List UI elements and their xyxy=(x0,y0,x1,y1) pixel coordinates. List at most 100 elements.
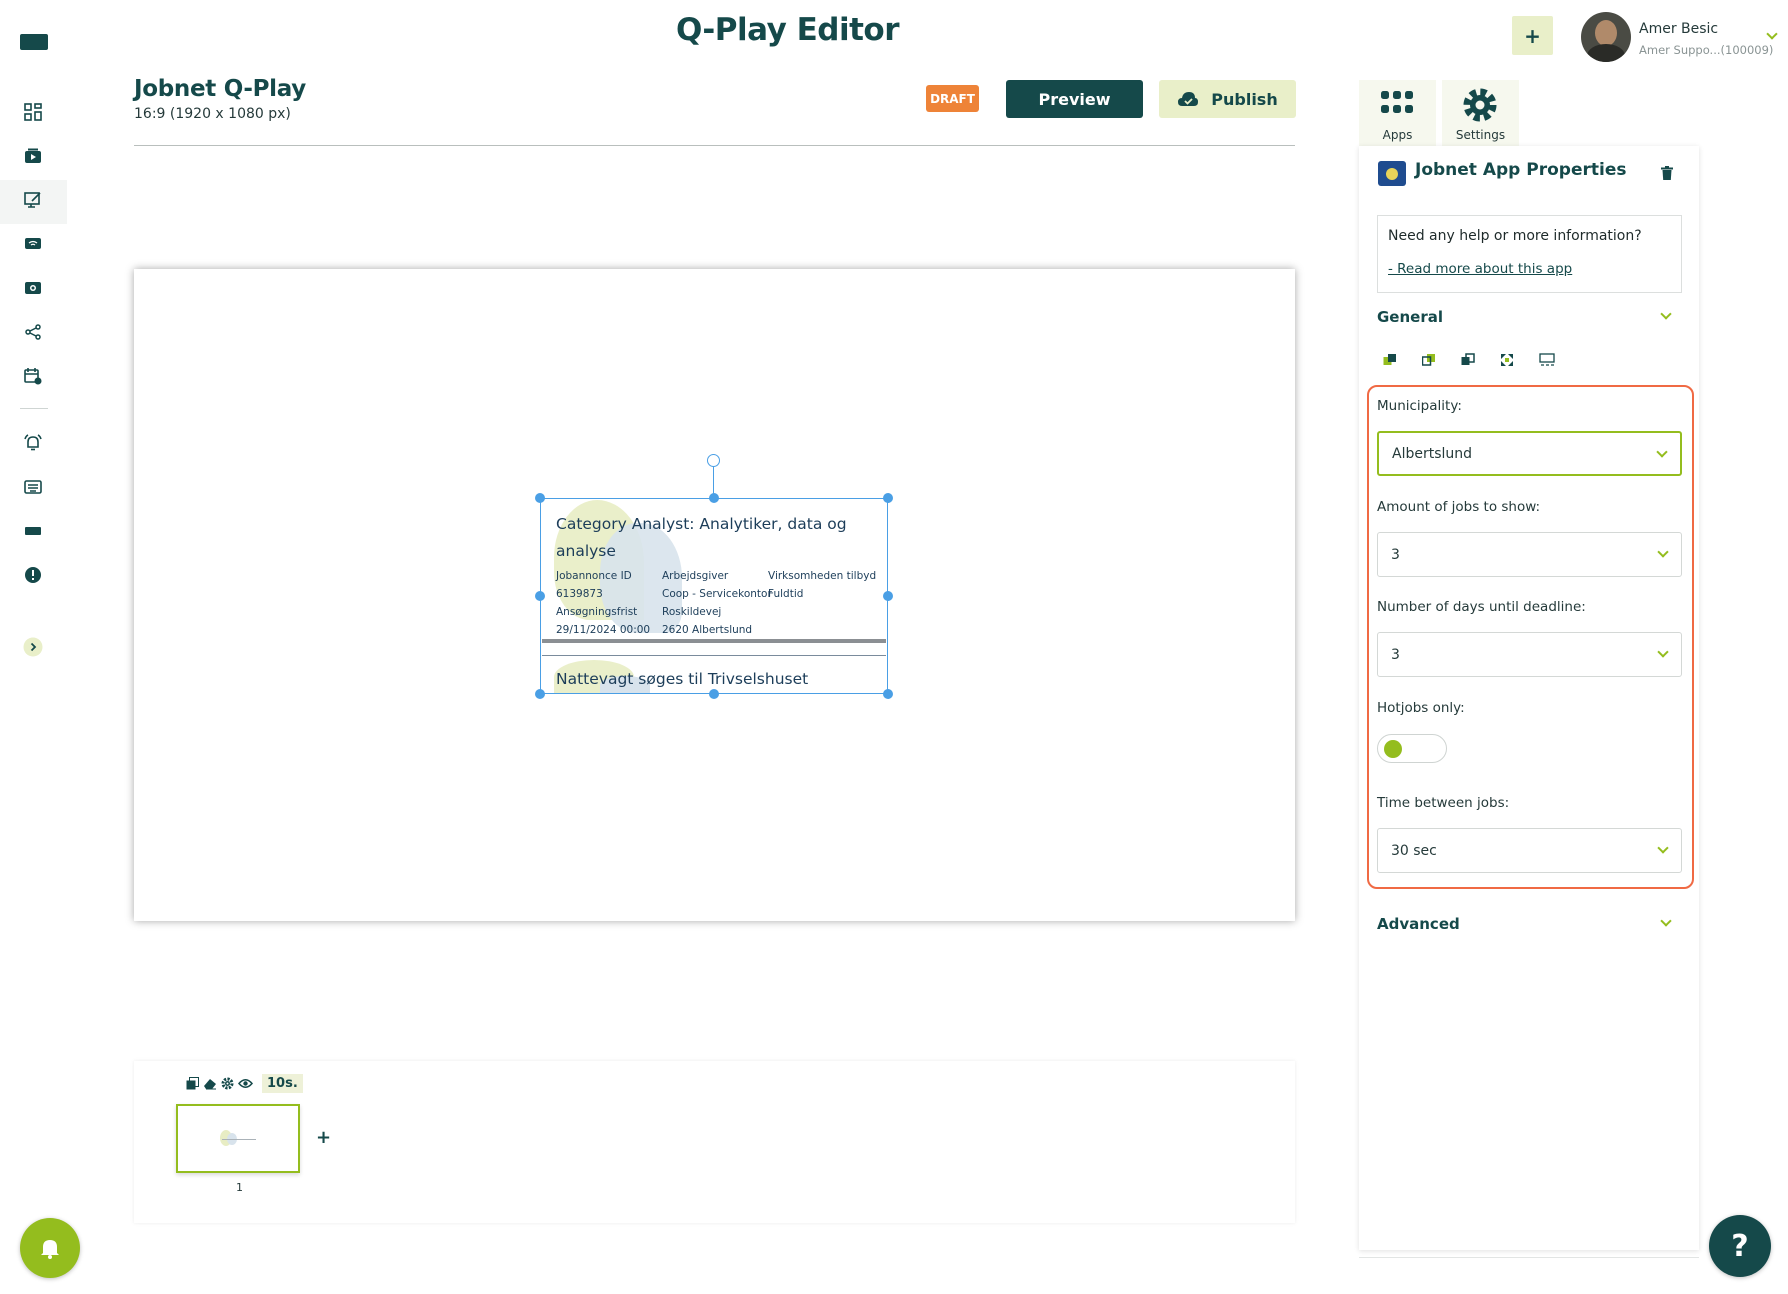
alert-icon[interactable] xyxy=(22,564,44,586)
job-divider-thin xyxy=(542,655,886,656)
document-resolution: 16:9 (1920 x 1080 px) xyxy=(134,106,291,122)
help-button[interactable]: ? xyxy=(1709,1215,1771,1277)
wifi-screen-icon[interactable] xyxy=(22,233,44,255)
panel-footer-line xyxy=(1359,1257,1699,1258)
app-title: Q-Play Editor xyxy=(675,12,900,48)
jobs-amount-chevron-icon xyxy=(1657,546,1669,558)
sidebar-divider xyxy=(20,408,48,409)
general-toolbar xyxy=(1383,353,1555,367)
job1-col2-label: Arbejdsgiver xyxy=(662,570,729,582)
job-divider-thick xyxy=(542,639,886,643)
expand-sidebar-icon[interactable] xyxy=(22,636,44,658)
help-link[interactable]: - Read more about this app xyxy=(1388,261,1572,277)
alarm-icon[interactable] xyxy=(22,432,44,454)
copy-layer-icon[interactable] xyxy=(1461,353,1475,367)
deadline-days-value: 3 xyxy=(1391,646,1400,663)
fullscreen-icon[interactable] xyxy=(1500,353,1514,367)
municipality-chevron-icon xyxy=(1656,446,1668,458)
deadline-days-select[interactable]: 3 xyxy=(1377,632,1682,677)
resize-handle-nw[interactable] xyxy=(535,493,545,503)
align-bottom-icon[interactable] xyxy=(1539,353,1555,367)
preview-button[interactable]: Preview xyxy=(1006,80,1143,118)
banner-icon[interactable] xyxy=(22,520,44,542)
resize-handle-se[interactable] xyxy=(883,689,893,699)
duplicate-icon[interactable] xyxy=(186,1077,199,1090)
jobnet-app-icon xyxy=(1378,161,1406,186)
advanced-section-title[interactable]: Advanced xyxy=(1377,915,1460,933)
bell-icon xyxy=(41,1240,59,1259)
resize-handle-sw[interactable] xyxy=(535,689,545,699)
add-slide-button[interactable]: + xyxy=(316,1127,331,1148)
resize-handle-s[interactable] xyxy=(709,689,719,699)
thumbnail-preview xyxy=(220,1130,256,1146)
panel-tab-settings[interactable]: Settings xyxy=(1442,80,1519,146)
jobnet-widget[interactable]: Category Analyst: Analytiker, data og an… xyxy=(535,454,893,699)
avatar-face xyxy=(1595,20,1617,46)
job1-col1-value: 6139873 xyxy=(556,588,603,600)
rotate-handle[interactable] xyxy=(707,454,720,467)
general-section-title[interactable]: General xyxy=(1377,308,1443,326)
share-icon[interactable] xyxy=(22,321,44,343)
gear-icon[interactable] xyxy=(221,1077,234,1090)
time-between-jobs-label: Time between jobs: xyxy=(1377,795,1510,811)
job1-col2-value: Coop - Servicekontor xyxy=(662,588,772,600)
publish-label: Publish xyxy=(1211,89,1278,109)
job1-col5-label: Roskildevej xyxy=(662,606,722,618)
slide-number: 1 xyxy=(236,1181,243,1194)
time-between-jobs-value: 30 sec xyxy=(1391,842,1437,859)
deadline-days-label: Number of days until deadline: xyxy=(1377,599,1586,615)
panel-tab-apps-label: Apps xyxy=(1382,128,1413,142)
municipality-value: Albertslund xyxy=(1392,445,1473,462)
slide-thumbnail[interactable] xyxy=(176,1104,300,1173)
resize-handle-e[interactable] xyxy=(883,591,893,601)
job1-title-line1: Category Analyst: Analytiker, data og xyxy=(556,515,847,533)
job2-title: Nattevagt søges til Trivselshuset xyxy=(556,670,809,688)
time-between-jobs-select[interactable]: 30 sec xyxy=(1377,828,1682,873)
delete-icon[interactable] xyxy=(1661,166,1673,180)
panel-title: Jobnet App Properties xyxy=(1415,160,1627,180)
hotjobs-toggle-knob xyxy=(1384,740,1402,758)
slide-duration[interactable]: 10s. xyxy=(262,1074,303,1093)
job1-col3-value: Fuldtid xyxy=(768,588,804,600)
help-text: Need any help or more information? xyxy=(1388,228,1642,244)
avatar[interactable] xyxy=(1581,12,1631,62)
publish-button[interactable]: Publish xyxy=(1159,80,1296,118)
header-divider xyxy=(134,145,1295,146)
job1-col5-value: 2620 Albertslund xyxy=(662,624,753,636)
hotjobs-toggle[interactable] xyxy=(1377,734,1447,763)
keyboard-icon[interactable] xyxy=(22,476,44,498)
resize-handle-n[interactable] xyxy=(709,493,719,503)
panel-tab-apps[interactable]: Apps xyxy=(1359,80,1436,146)
apps-grid-icon xyxy=(1381,91,1413,113)
timeline: 10s. 1 + xyxy=(134,1061,1295,1223)
job1-col3-label: Virksomheden tilbyd xyxy=(768,570,877,582)
eye-icon[interactable] xyxy=(238,1078,253,1089)
add-button[interactable]: + xyxy=(1512,16,1553,55)
eraser-icon[interactable] xyxy=(203,1077,217,1090)
document-title: Jobnet Q-Play xyxy=(134,76,306,102)
dashboard-icon[interactable] xyxy=(22,101,44,123)
resize-handle-w[interactable] xyxy=(535,591,545,601)
sidebar xyxy=(0,0,80,1294)
panel-tab-settings-label: Settings xyxy=(1455,128,1506,142)
user-org: Amer Suppo...(100009) xyxy=(1639,43,1774,57)
resize-handle-ne[interactable] xyxy=(883,493,893,503)
notification-button[interactable] xyxy=(20,1218,80,1278)
settings-gear-icon xyxy=(1463,88,1497,122)
deadline-days-chevron-icon xyxy=(1657,646,1669,658)
editor-icon[interactable] xyxy=(22,189,44,211)
slide-canvas[interactable]: Category Analyst: Analytiker, data og an… xyxy=(134,269,1295,921)
hotjobs-label: Hotjobs only: xyxy=(1377,700,1465,716)
schedule-icon[interactable] xyxy=(22,365,44,387)
jobs-amount-label: Amount of jobs to show: xyxy=(1377,499,1541,515)
media-icon[interactable] xyxy=(22,145,44,167)
gallery-icon[interactable] xyxy=(22,277,44,299)
user-name: Amer Besic xyxy=(1639,21,1719,37)
municipality-select[interactable]: Albertslund xyxy=(1377,431,1682,476)
job1-col4-value: 29/11/2024 00:00 xyxy=(556,624,651,636)
jobs-amount-value: 3 xyxy=(1391,546,1400,563)
layer-front-icon[interactable] xyxy=(1383,353,1397,367)
jobs-amount-select[interactable]: 3 xyxy=(1377,532,1682,577)
layer-back-icon[interactable] xyxy=(1422,353,1436,367)
user-menu-chevron-icon[interactable] xyxy=(1766,28,1778,40)
